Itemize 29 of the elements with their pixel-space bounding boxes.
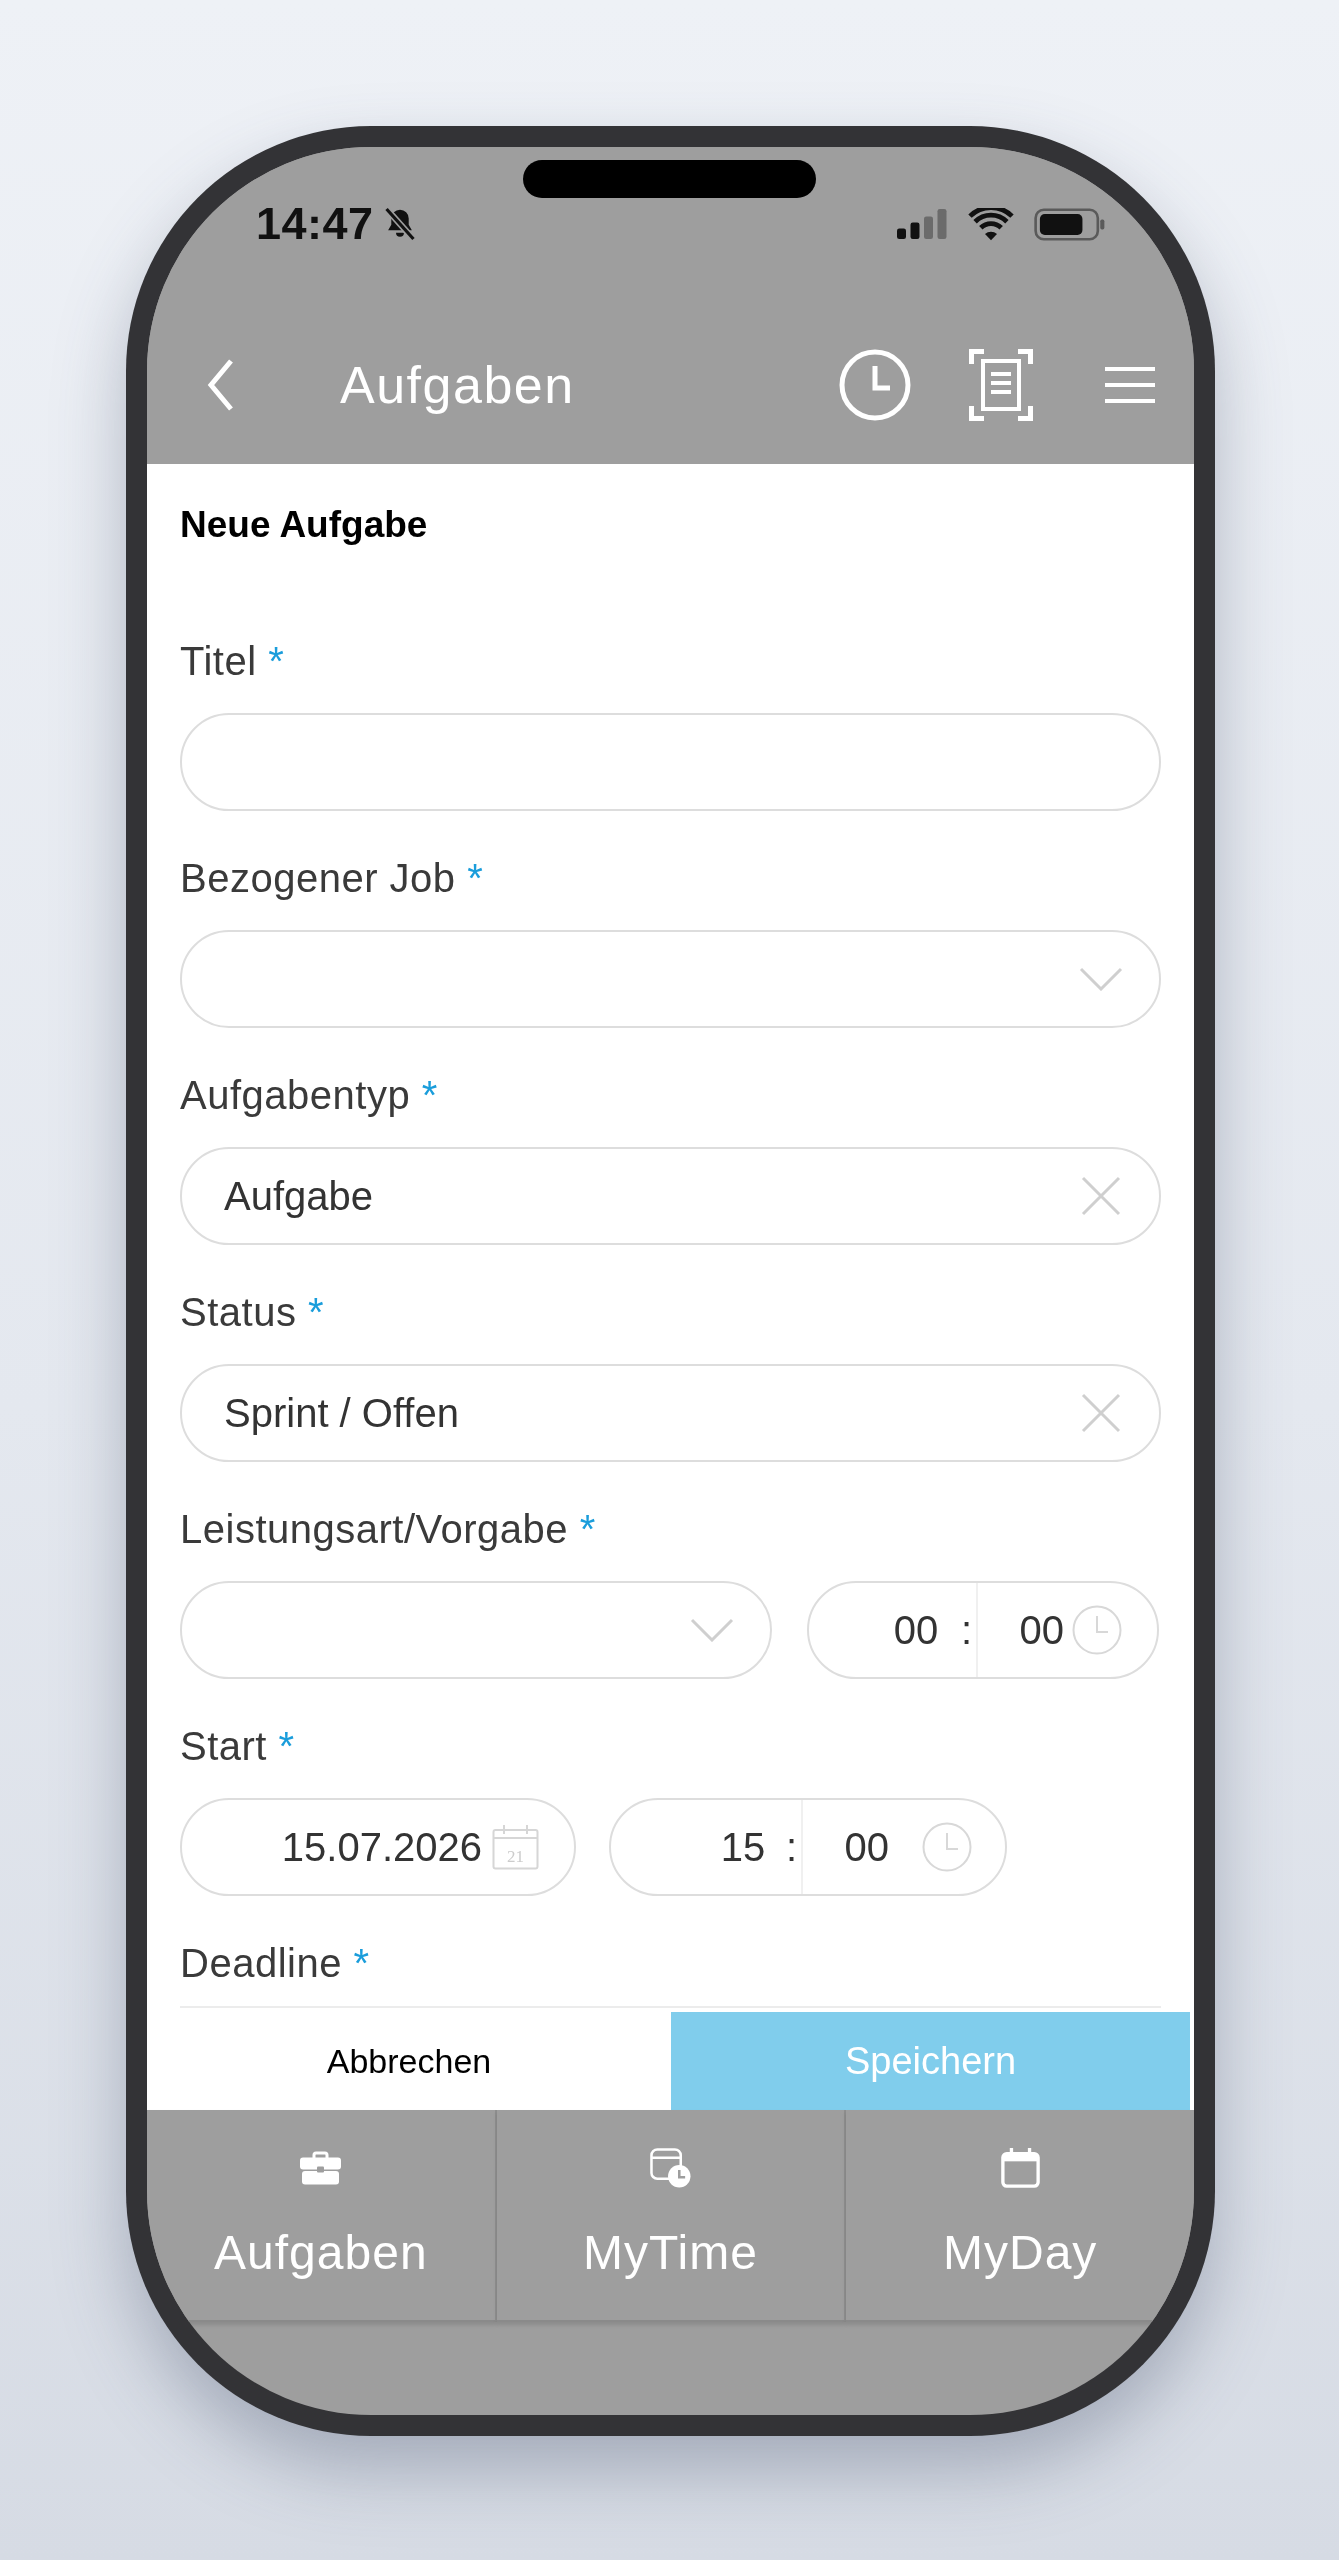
field-label: Aufgabentyp * (180, 1073, 438, 1117)
signal-icon (897, 209, 948, 239)
clear-icon[interactable] (1081, 1176, 1121, 1216)
select-field[interactable]: Aufgabe (180, 1147, 1161, 1245)
field-label: Leistungsart/Vorgabe * (180, 1507, 596, 1551)
clock-icon (1072, 1605, 1122, 1655)
chevron-down-icon (690, 1618, 734, 1642)
field-label: Titel * (180, 639, 285, 683)
field-label: Bezogener Job * (180, 856, 484, 900)
time-field[interactable]: 15 : 00 (609, 1798, 1007, 1896)
form-title: Neue Aufgabe (180, 503, 428, 547)
page-title: Aufgaben (340, 355, 575, 416)
clock-icon (922, 1822, 972, 1872)
calendar-icon (999, 2148, 1041, 2188)
field-label: Status * (180, 1290, 325, 1334)
select-field[interactable]: Sprint / Offen (180, 1364, 1161, 1462)
calendar-clock-icon (650, 2148, 691, 2188)
menu-icon[interactable] (1105, 366, 1155, 404)
time-field[interactable]: 00 : 00 (807, 1581, 1159, 1679)
back-icon[interactable] (207, 358, 235, 412)
battery-icon (1034, 207, 1106, 241)
clear-icon[interactable] (1081, 1393, 1121, 1433)
wifi-icon (968, 207, 1014, 241)
status-time: 14:47 (256, 197, 374, 251)
clock-icon[interactable] (839, 349, 911, 421)
document-scan-icon[interactable] (969, 349, 1033, 421)
field-label: Start * (180, 1724, 295, 1768)
chevron-down-icon (1079, 967, 1123, 991)
field-label: Deadline * (180, 1941, 370, 1985)
